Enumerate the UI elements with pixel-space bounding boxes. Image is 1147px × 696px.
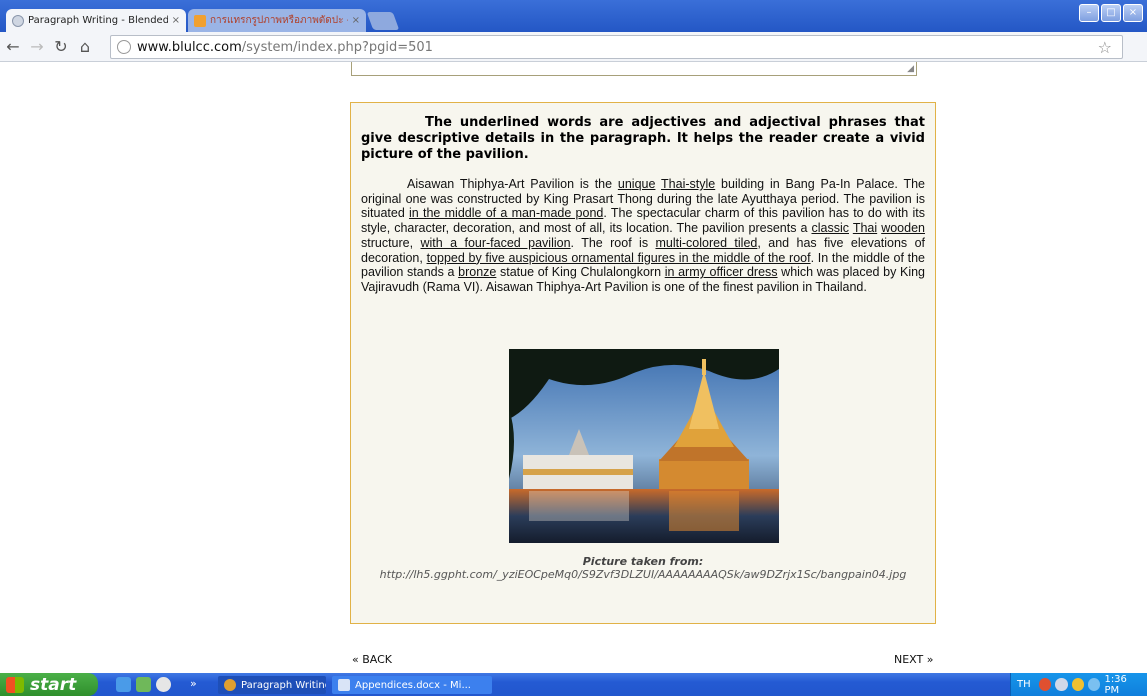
next-link[interactable]: NEXT » [894,653,933,666]
underlined-adjective: Thai-style [661,177,716,191]
caption-url: http://lh5.ggpht.com/_yziEOCpeMq0/S9Zvf3… [379,568,907,581]
taskbar-item-browser[interactable]: Paragraph Writing - B... [218,676,326,694]
taskbar-item-label: Appendices.docx - Mi... [355,679,471,691]
windows-logo-icon [6,676,24,693]
clock: 1:36 PM [1104,673,1127,696]
start-label: start [30,674,77,695]
resize-grip-icon[interactable]: ◢ [907,64,914,74]
underlined-adjective: topped by five auspicious ornamental fig… [426,250,811,265]
example-paragraph: Aisawan Thiphya-Art Pavilion is the uniq… [361,177,925,295]
back-link[interactable]: « BACK [352,653,392,666]
word-icon [338,679,350,691]
page-info-icon[interactable] [117,40,131,54]
browser-toolbar: ← → ↻ ⌂ www.blulcc.com/system/index.php?… [0,32,1147,62]
chrome-icon [224,679,236,691]
underlined-adjective: with a four-faced pavilion [420,235,571,250]
page-favicon-icon [194,14,206,27]
more-chevron-icon[interactable]: » [190,677,205,692]
taskbar-item-label: Paragraph Writing - B... [241,679,326,691]
ie-quicklaunch-icon[interactable] [116,677,131,692]
caption-title: Picture taken from: [582,555,704,568]
reload-icon[interactable]: ↻ [50,36,72,58]
url-host: www.blulcc.com [137,39,242,55]
windows-taskbar: start » Paragraph Writing - B... Appendi… [0,673,1147,696]
language-indicator[interactable]: TH [1017,679,1031,690]
paragraph-text: structure, [361,235,421,250]
example-box: The underlined words are adjectives and … [350,102,936,624]
tab-close-icon[interactable]: × [352,15,360,26]
page-viewport: ◢ The underlined words are adjectives an… [0,62,1147,673]
paragraph-text: . The roof is [570,235,656,250]
system-tray: TH 1:36 PM [1010,673,1147,696]
address-bar[interactable]: www.blulcc.com/system/index.php?pgid=501… [110,35,1123,59]
underlined-adjective: in army officer dress [664,265,778,280]
underlined-adjective: wooden [881,221,925,236]
pavilion-photo [509,349,779,543]
underlined-adjective: Thai [852,221,878,236]
underlined-adjective: unique [617,177,656,191]
tray-app-icon[interactable] [1038,678,1052,691]
network-icon[interactable] [1071,678,1084,691]
photo-caption: Picture taken from: http://lh5.ggpht.com… [351,555,935,581]
underlined-adjective: bronze [458,265,497,280]
url-path: /system/index.php?pgid=501 [241,39,433,55]
start-button[interactable]: start [0,673,98,696]
tab-thai-page[interactable]: การแทรกรูปภาพหรือภาพตัดปะ - × [188,9,366,32]
paragraph-text: statue of King Chulalongkorn [496,265,665,280]
tab-title: การแทรกรูปภาพหรือภาพตัดปะ - [210,15,348,26]
new-tab-button[interactable] [366,12,400,30]
volume-icon[interactable] [1055,678,1068,691]
maximize-icon[interactable]: □ [1101,4,1121,22]
window-controls: – □ × [1079,4,1143,22]
taskbar-item-word[interactable]: Appendices.docx - Mi... [332,676,492,694]
underlined-adjective: classic [811,221,849,236]
back-arrow-icon[interactable]: ← [2,36,24,58]
tab-paragraph-writing[interactable]: Paragraph Writing - Blended Le × [6,9,186,32]
chrome-quicklaunch-icon[interactable] [156,677,171,692]
browser-tab-strip: Paragraph Writing - Blended Le × การแทรก… [0,0,1147,32]
media-quicklaunch-icon[interactable] [136,677,151,692]
page-favicon-icon [12,14,24,27]
tray-status-icon[interactable] [1088,678,1101,691]
box-heading: The underlined words are adjectives and … [361,115,925,162]
page-scrollbar[interactable] [1137,62,1147,673]
minimize-icon[interactable]: – [1079,4,1099,22]
underlined-adjective: multi-colored tiled [655,235,758,250]
forward-arrow-icon[interactable]: → [26,36,48,58]
answer-textarea[interactable]: ◢ [351,62,917,76]
tab-title: Paragraph Writing - Blended Le [28,15,168,26]
underlined-adjective: in the middle of a man-made pond [409,206,604,221]
close-icon[interactable]: × [1123,4,1143,22]
home-icon[interactable]: ⌂ [74,36,96,58]
paragraph-text: Aisawan Thiphya-Art Pavilion is the [407,177,618,191]
star-icon[interactable]: ☆ [1098,38,1112,57]
tab-close-icon[interactable]: × [172,15,180,26]
